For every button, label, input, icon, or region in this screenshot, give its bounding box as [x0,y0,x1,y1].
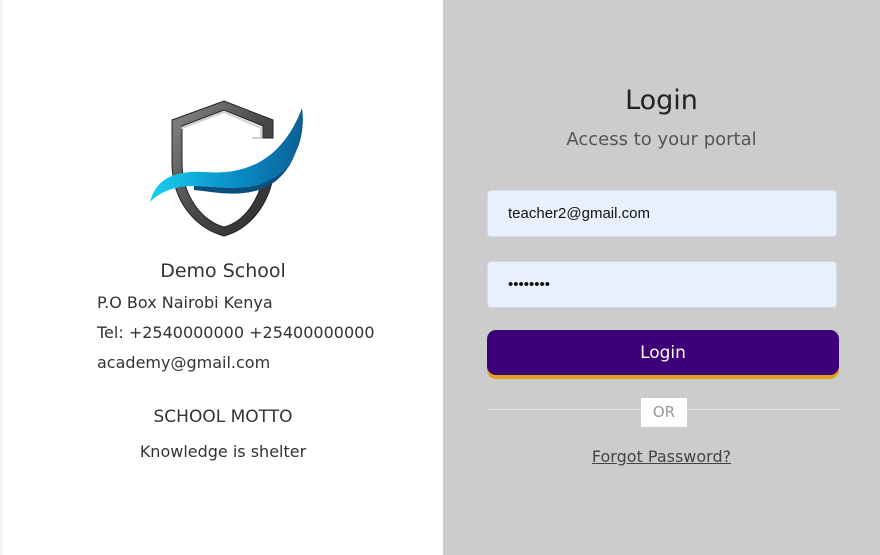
school-email: academy@gmail.com [97,353,271,372]
school-name: Demo School [160,260,286,282]
login-page: Demo School P.O Box Nairobi Kenya Tel: +… [0,0,880,555]
login-title: Login [625,85,698,116]
login-subtitle: Access to your portal [566,129,757,150]
or-divider-label: OR [641,398,687,427]
shield-logo-icon [150,100,303,237]
motto-title: SCHOOL MOTTO [153,407,293,427]
forgot-password-link[interactable]: Forgot Password? [443,446,880,468]
motto-text: Knowledge is shelter [139,442,307,461]
school-info-panel: Demo School P.O Box Nairobi Kenya Tel: +… [3,0,443,555]
password-field[interactable] [487,261,837,308]
login-panel: Login Access to your portal Login OR For… [443,0,880,555]
school-phone: Tel: +2540000000 +25400000000 [97,323,375,342]
login-button[interactable]: Login [487,330,839,375]
school-address: P.O Box Nairobi Kenya [97,293,273,312]
email-field[interactable] [487,190,837,237]
